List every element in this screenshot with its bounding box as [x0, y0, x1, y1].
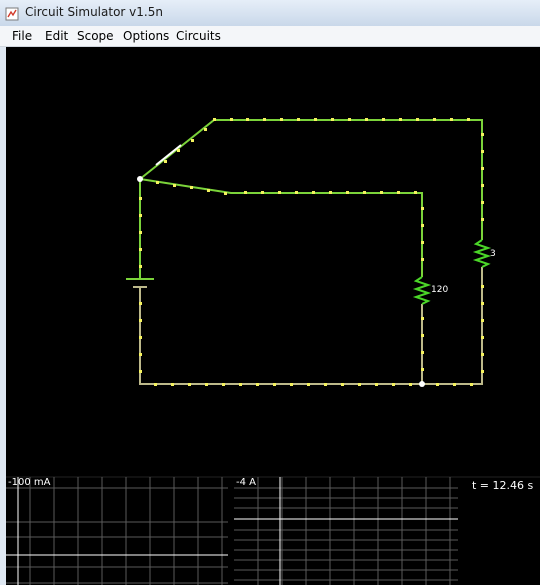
switch-wire-upper	[139, 119, 483, 240]
current-dots	[139, 118, 484, 386]
menu-scope[interactable]: Scope	[77, 29, 114, 43]
scope-2-trace	[234, 477, 458, 585]
resistor-120[interactable]	[412, 276, 432, 305]
scope-1-trace	[6, 477, 228, 585]
battery[interactable]	[126, 278, 154, 288]
menu-file[interactable]: File	[12, 29, 32, 43]
scope-1-grid	[6, 477, 228, 585]
circuit-canvas[interactable]: 120 3 -100 mA -4 A t = 12.46 s	[6, 47, 540, 585]
scope-2-label: -4 A	[236, 477, 256, 488]
resistor-3[interactable]	[472, 239, 492, 268]
menu-bar: File Edit Scope Options Circuits	[0, 26, 540, 47]
circuit-diagram	[6, 118, 540, 585]
resistor-120-label: 120	[431, 285, 449, 295]
menu-options[interactable]: Options	[123, 29, 169, 43]
resistor-3-label: 3	[490, 249, 496, 259]
switch-arm-highlight	[155, 144, 182, 166]
switch-pivot-node	[137, 176, 143, 182]
menu-circuits[interactable]: Circuits	[176, 29, 221, 43]
simulation-time-readout: t = 12.46 s	[472, 479, 534, 492]
junction-node	[419, 381, 425, 387]
menu-edit[interactable]: Edit	[45, 29, 68, 43]
scope-2-grid	[234, 477, 458, 585]
window-titlebar: Circuit Simulator v1.5n	[0, 0, 540, 27]
scope-1-label: -100 mA	[8, 477, 51, 488]
circuit-app-icon	[5, 6, 19, 21]
window-title: Circuit Simulator v1.5n	[25, 5, 163, 19]
